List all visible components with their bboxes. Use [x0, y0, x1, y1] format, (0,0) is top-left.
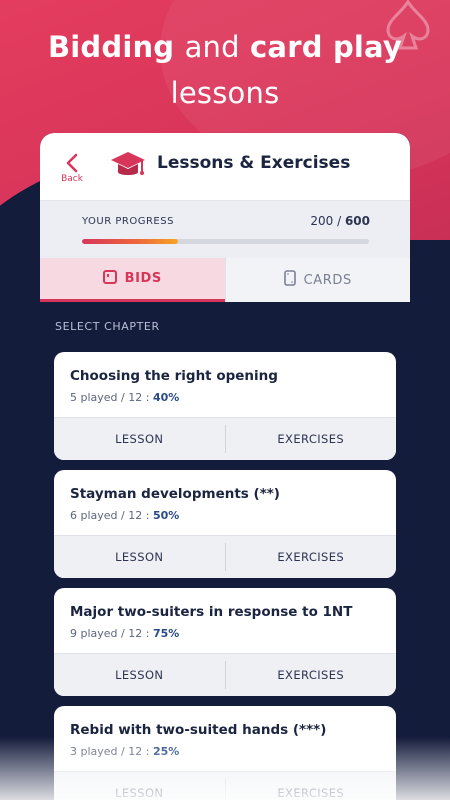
chapter-percent: 40%	[152, 391, 180, 404]
progress-bar	[82, 239, 369, 244]
chapter-title: Rebid with two-suited hands (***)	[70, 722, 327, 738]
chapter-stats: 3 played / 12 : 25%	[70, 745, 179, 758]
tab-bids-label: BIDS	[124, 271, 162, 286]
exercises-button[interactable]: EXERCISES	[226, 772, 397, 800]
chapter-title: Major two-suiters in response to 1NT	[70, 604, 353, 620]
progress-label: YOUR PROGRESS	[82, 216, 174, 227]
headline-word-cardplay: card play	[250, 30, 403, 64]
bids-icon	[102, 269, 117, 288]
exercises-button[interactable]: EXERCISES	[226, 536, 397, 578]
back-label: Back	[61, 174, 83, 184]
chapter-actions: LESSON EXERCISES	[54, 417, 396, 460]
card-icon	[283, 270, 296, 290]
tab-bar: BIDS CARDS	[40, 258, 410, 302]
chapter-title: Stayman developments (**)	[70, 486, 280, 502]
chapter-played: 3 played / 12 :	[70, 745, 153, 758]
headline-word-bidding: Bidding	[47, 30, 175, 64]
chapter-title: Choosing the right opening	[70, 368, 278, 384]
chevron-left-icon	[66, 153, 78, 173]
section-label: SELECT CHAPTER	[55, 320, 160, 333]
chapter-played: 9 played / 12 :	[70, 627, 153, 640]
back-button[interactable]: Back	[58, 153, 86, 189]
chapter-actions: LESSON EXERCISES	[54, 653, 396, 696]
chapter-played: 5 played / 12 :	[70, 391, 153, 404]
lesson-button[interactable]: LESSON	[54, 654, 225, 696]
chapter-percent: 25%	[152, 745, 180, 758]
exercises-button[interactable]: EXERCISES	[226, 654, 397, 696]
headline-line2: lessons	[170, 76, 280, 110]
tab-cards[interactable]: CARDS	[224, 258, 410, 302]
progress-separator: /	[333, 214, 345, 228]
tab-bids[interactable]: BIDS	[40, 258, 225, 302]
lesson-button[interactable]: LESSON	[54, 418, 225, 460]
chapter-percent: 75%	[152, 627, 180, 640]
chapter-stats: 6 played / 12 : 50%	[70, 509, 179, 522]
progress-count: 200 / 600	[310, 214, 370, 228]
exercises-button[interactable]: EXERCISES	[226, 418, 397, 460]
chapter-stats: 9 played / 12 : 75%	[70, 627, 179, 640]
headline-word-and: and	[184, 30, 240, 64]
panel-header: Back Lessons & Exercises	[40, 133, 410, 200]
lesson-button[interactable]: LESSON	[54, 536, 225, 578]
progress-section: YOUR PROGRESS 200 / 600	[40, 200, 410, 258]
progress-current: 200	[310, 214, 334, 228]
chapter-card[interactable]: Major two-suiters in response to 1NT 9 p…	[54, 588, 396, 696]
page-title: Lessons & Exercises	[157, 153, 351, 173]
chapter-stats: 5 played / 12 : 40%	[70, 391, 179, 404]
lessons-panel: Back Lessons & Exercises YOUR PROGRESS 2…	[40, 133, 410, 800]
tab-cards-label: CARDS	[303, 272, 352, 288]
chapter-card[interactable]: Choosing the right opening 5 played / 12…	[54, 352, 396, 460]
progress-total: 600	[344, 214, 370, 228]
progress-bar-fill	[82, 239, 178, 244]
graduation-cap-icon	[111, 152, 145, 175]
chapter-actions: LESSON EXERCISES	[54, 535, 396, 578]
chapter-card[interactable]: Rebid with two-suited hands (***) 3 play…	[54, 706, 396, 800]
chapter-card[interactable]: Stayman developments (**) 6 played / 12 …	[54, 470, 396, 578]
chapter-played: 6 played / 12 :	[70, 509, 153, 522]
chapter-actions: LESSON EXERCISES	[54, 771, 396, 800]
headline: Bidding and card play lessons	[0, 24, 450, 116]
lesson-button[interactable]: LESSON	[54, 772, 225, 800]
chapter-percent: 50%	[152, 509, 180, 522]
